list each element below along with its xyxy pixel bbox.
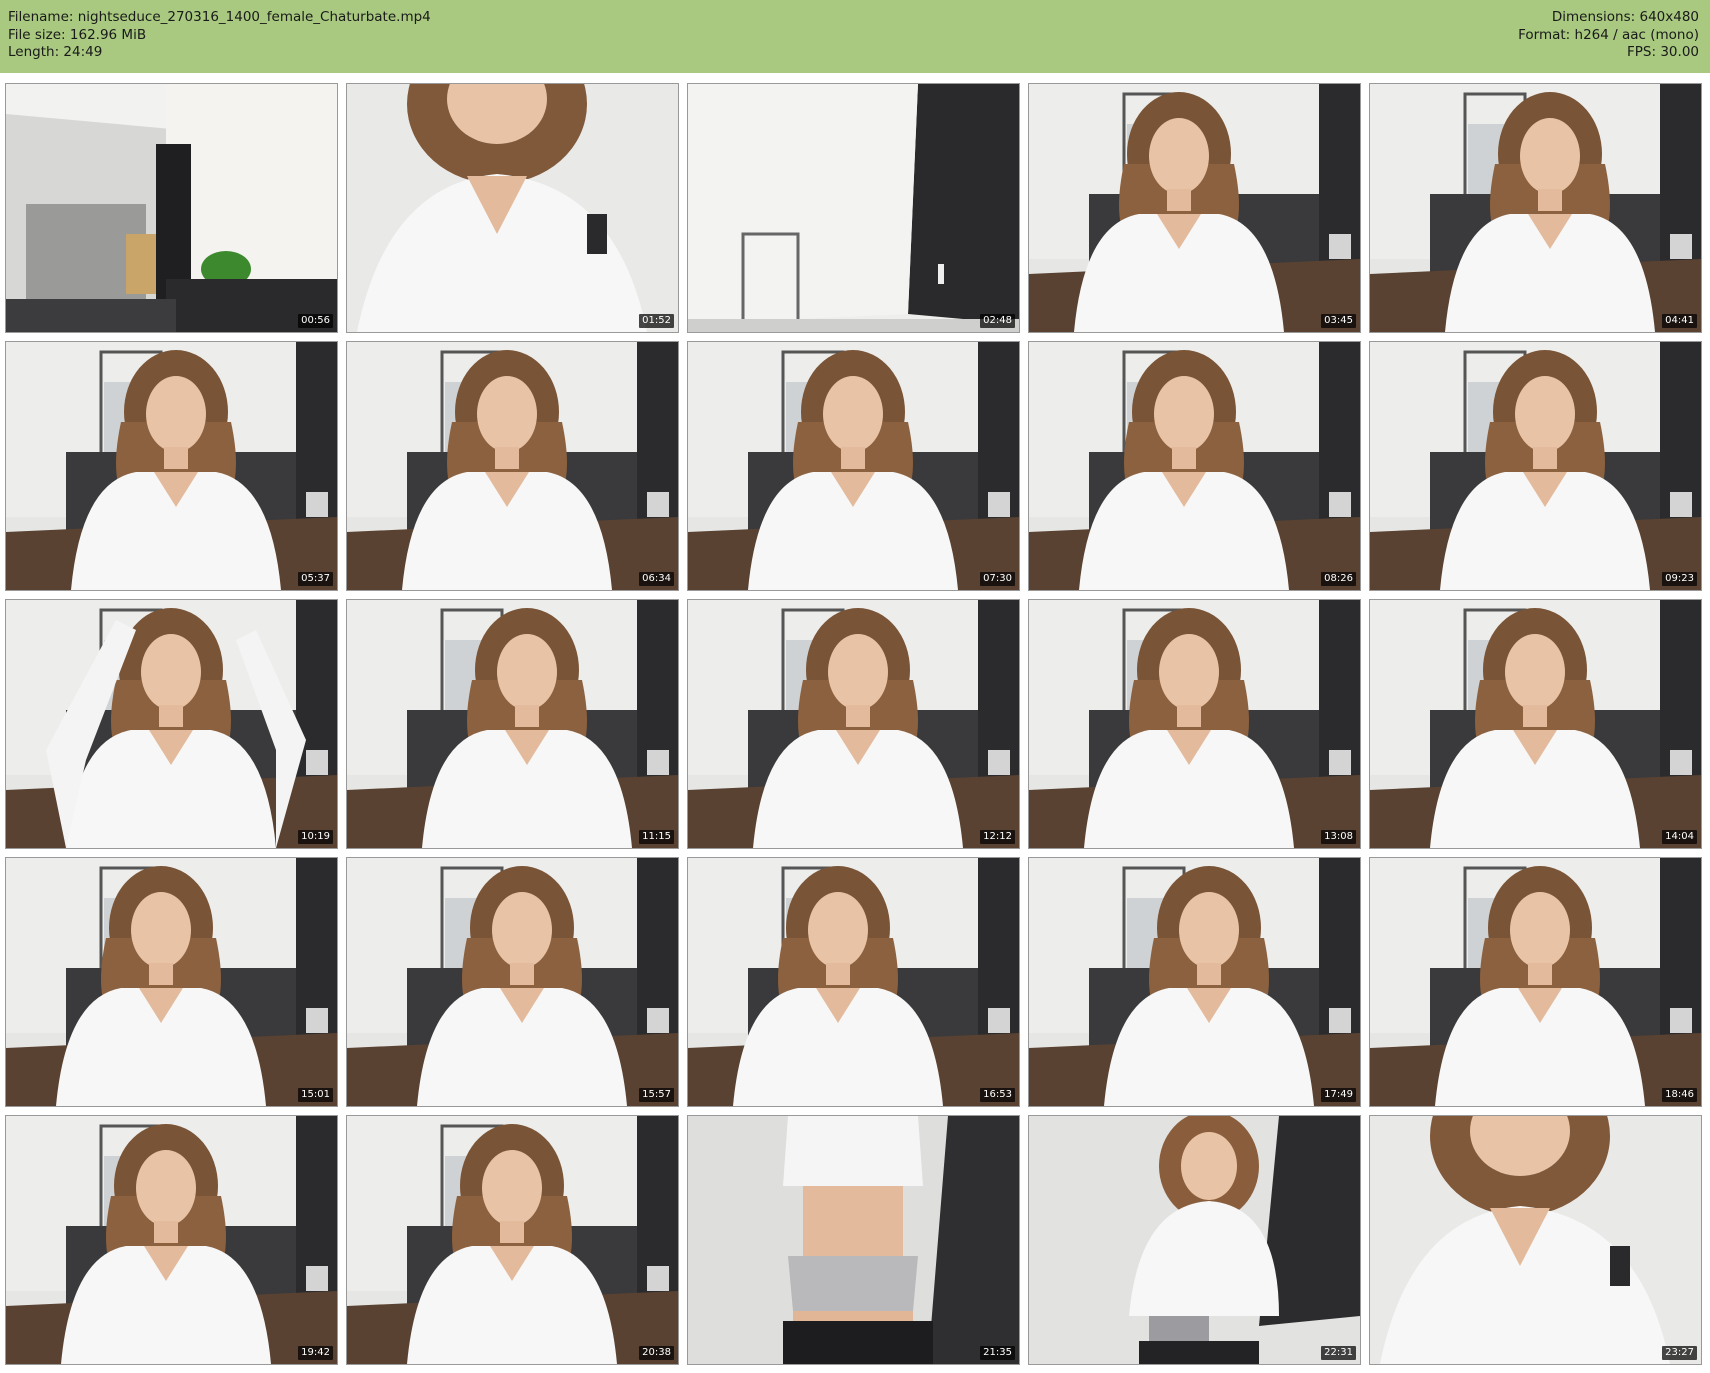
thumbnail-image [1370, 600, 1701, 848]
video-thumbnail[interactable]: 20:38 [346, 1115, 679, 1365]
timestamp-label: 15:01 [298, 1088, 333, 1102]
video-thumbnail[interactable]: 08:26 [1028, 341, 1361, 591]
thumbnail-image [347, 342, 678, 590]
timestamp-label: 18:46 [1662, 1088, 1697, 1102]
video-thumbnail[interactable]: 18:46 [1369, 857, 1702, 1107]
thumbnail-image [1029, 1116, 1360, 1364]
thumbnail-image [1029, 858, 1360, 1106]
timestamp-label: 14:04 [1662, 830, 1697, 844]
video-thumbnail[interactable]: 05:37 [5, 341, 338, 591]
video-thumbnail[interactable]: 07:30 [687, 341, 1020, 591]
info-header: Filename: nightseduce_270316_1400_female… [0, 0, 1710, 73]
thumbnail-grid: 00:56 01:52 02:48 03:45 04:41 05:37 06:3… [5, 83, 1705, 1365]
timestamp-label: 21:35 [980, 1346, 1015, 1360]
file-info-right: Dimensions: 640x480 Format: h264 / aac (… [1518, 9, 1699, 62]
thumbnail-image [688, 1116, 1019, 1364]
video-thumbnail[interactable]: 12:12 [687, 599, 1020, 849]
format-text: Format: h264 / aac (mono) [1518, 26, 1699, 43]
thumbnail-image [6, 600, 337, 848]
video-thumbnail[interactable]: 15:01 [5, 857, 338, 1107]
timestamp-label: 08:26 [1321, 572, 1356, 586]
video-thumbnail[interactable]: 22:31 [1028, 1115, 1361, 1365]
thumbnail-image [6, 1116, 337, 1364]
timestamp-label: 23:27 [1662, 1346, 1697, 1360]
thumbnail-image [6, 342, 337, 590]
video-thumbnail[interactable]: 01:52 [346, 83, 679, 333]
timestamp-label: 13:08 [1321, 830, 1356, 844]
thumbnail-image [347, 600, 678, 848]
thumbnail-image [688, 84, 1019, 332]
timestamp-label: 22:31 [1321, 1346, 1356, 1360]
timestamp-label: 12:12 [980, 830, 1015, 844]
timestamp-label: 05:37 [298, 572, 333, 586]
length-text: Length: 24:49 [8, 44, 103, 60]
timestamp-label: 15:57 [639, 1088, 674, 1102]
timestamp-label: 06:34 [639, 572, 674, 586]
timestamp-label: 02:48 [980, 314, 1015, 328]
thumbnail-image [1029, 600, 1360, 848]
thumbnail-image [347, 858, 678, 1106]
fps-text: FPS: 30.00 [1627, 44, 1699, 60]
file-info-left: Filename: nightseduce_270316_1400_female… [8, 9, 431, 62]
filesize-text: File size: 162.96 MiB [8, 26, 147, 43]
thumbnail-image [1029, 84, 1360, 332]
thumbnail-image [1370, 84, 1701, 332]
video-thumbnail[interactable]: 09:23 [1369, 341, 1702, 591]
filename-text: Filename: nightseduce_270316_1400_female… [8, 9, 431, 25]
video-thumbnail[interactable]: 16:53 [687, 857, 1020, 1107]
timestamp-label: 11:15 [639, 830, 674, 844]
timestamp-label: 04:41 [1662, 314, 1697, 328]
timestamp-label: 16:53 [980, 1088, 1015, 1102]
video-thumbnail[interactable]: 06:34 [346, 341, 679, 591]
video-thumbnail[interactable]: 04:41 [1369, 83, 1702, 333]
thumbnail-image [6, 858, 337, 1106]
timestamp-label: 10:19 [298, 830, 333, 844]
thumbnail-image [1370, 858, 1701, 1106]
timestamp-label: 19:42 [298, 1346, 333, 1360]
timestamp-label: 20:38 [639, 1346, 674, 1360]
video-thumbnail[interactable]: 14:04 [1369, 599, 1702, 849]
timestamp-label: 07:30 [980, 572, 1015, 586]
video-thumbnail[interactable]: 13:08 [1028, 599, 1361, 849]
video-thumbnail[interactable]: 19:42 [5, 1115, 338, 1365]
timestamp-label: 01:52 [639, 314, 674, 328]
video-thumbnail[interactable]: 10:19 [5, 599, 338, 849]
video-thumbnail[interactable]: 03:45 [1028, 83, 1361, 333]
thumbnail-image [688, 858, 1019, 1106]
dimensions-text: Dimensions: 640x480 [1551, 9, 1699, 25]
timestamp-label: 03:45 [1321, 314, 1356, 328]
video-thumbnail[interactable]: 11:15 [346, 599, 679, 849]
thumbnail-image [347, 84, 678, 332]
thumbnail-image [1370, 342, 1701, 590]
thumbnail-image [688, 600, 1019, 848]
thumbnail-image [347, 1116, 678, 1364]
video-thumbnail[interactable]: 17:49 [1028, 857, 1361, 1107]
video-thumbnail[interactable]: 21:35 [687, 1115, 1020, 1365]
timestamp-label: 00:56 [298, 314, 333, 328]
video-thumbnail[interactable]: 02:48 [687, 83, 1020, 333]
video-thumbnail[interactable]: 23:27 [1369, 1115, 1702, 1365]
video-thumbnail[interactable]: 00:56 [5, 83, 338, 333]
timestamp-label: 09:23 [1662, 572, 1697, 586]
video-thumbnail[interactable]: 15:57 [346, 857, 679, 1107]
timestamp-label: 17:49 [1321, 1088, 1356, 1102]
thumbnail-image [1029, 342, 1360, 590]
thumbnail-image [1370, 1116, 1701, 1364]
thumbnail-image [688, 342, 1019, 590]
thumbnail-image [6, 84, 337, 332]
